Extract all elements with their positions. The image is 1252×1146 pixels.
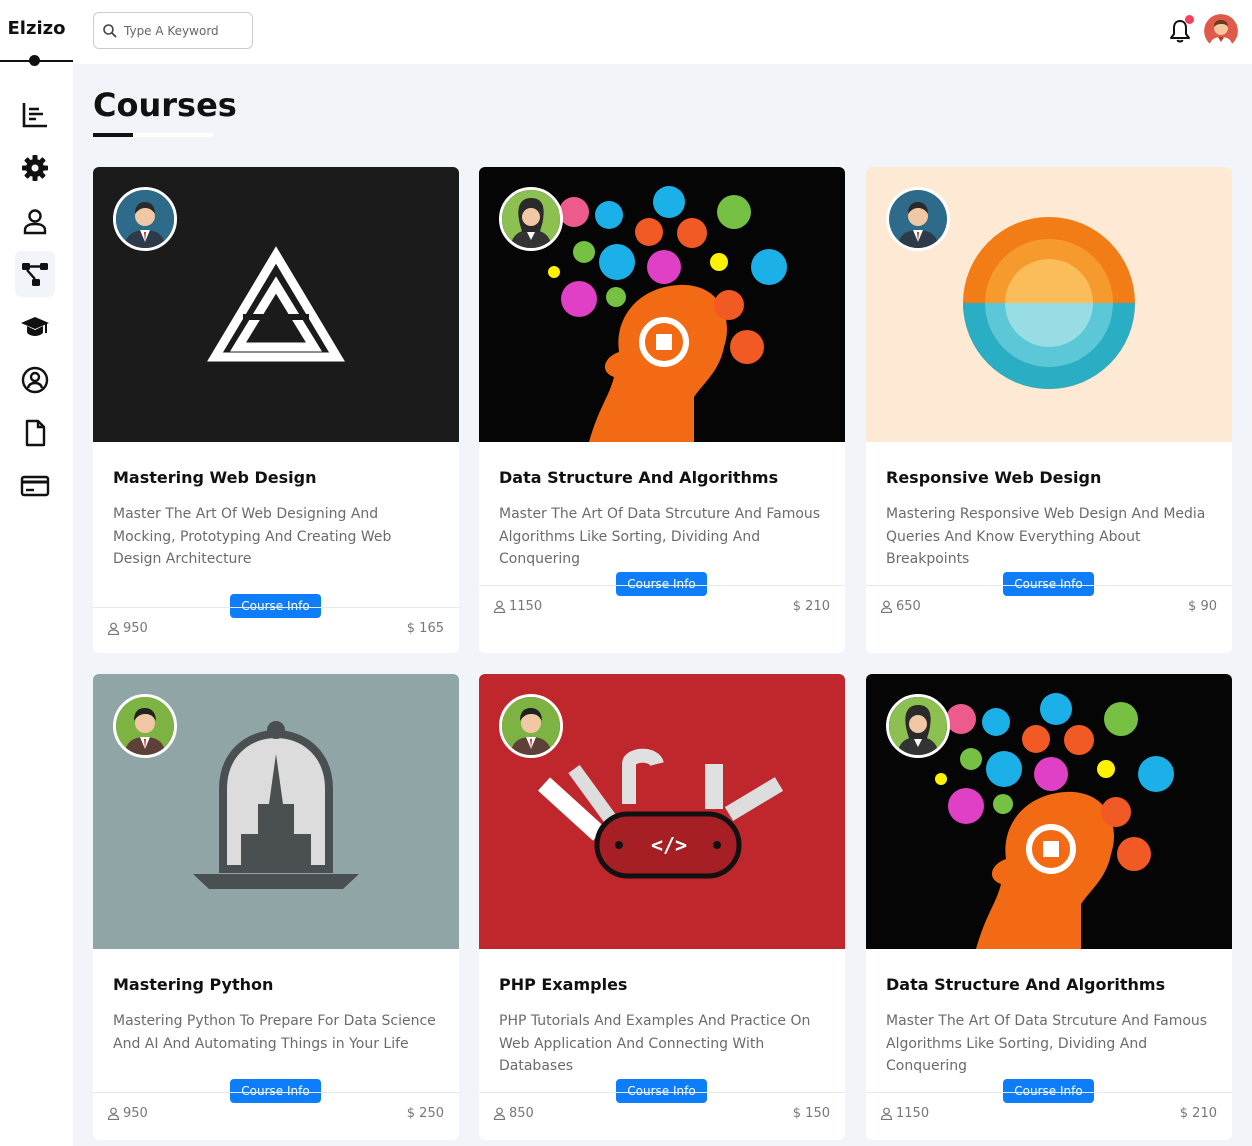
user-icon [107, 622, 120, 635]
search-box[interactable] [93, 12, 253, 49]
sidebar-item-billing[interactable] [15, 463, 55, 509]
student-count: 850 [493, 1106, 534, 1121]
sidebar-item-graduation[interactable] [15, 304, 55, 350]
course-price: $ 150 [792, 1106, 830, 1121]
course-footer: 950 $ 250 [93, 1092, 459, 1132]
course-card: Mastering Python Mastering Python To Pre… [93, 674, 459, 1140]
course-title[interactable]: PHP Examples [499, 975, 627, 994]
app-logo[interactable]: Elzizo [0, 18, 73, 39]
graduation-cap-icon [21, 317, 49, 336]
title-underline-accent [93, 133, 133, 137]
instructor-avatar [886, 187, 950, 251]
page-title: Courses [93, 86, 237, 124]
course-description: Master The Art Of Data Strcuture And Fam… [886, 1013, 1208, 1074]
file-icon [25, 419, 46, 447]
course-card: Mastering Web Design Master The Art Of W… [93, 167, 459, 653]
sidebar-item-courses[interactable] [15, 251, 55, 297]
course-price: $ 90 [1188, 599, 1217, 614]
user-icon [23, 209, 47, 235]
sidebar-item-dashboard[interactable] [15, 92, 55, 138]
logo-divider-dot [29, 55, 40, 66]
instructor-avatar [113, 694, 177, 758]
student-count: 950 [107, 1106, 148, 1121]
sidebar-item-profile[interactable] [15, 198, 55, 244]
course-price: $ 210 [792, 599, 830, 614]
instructor-avatar [113, 187, 177, 251]
instructor-avatar [886, 694, 950, 758]
course-description: Mastering Python To Prepare For Data Sci… [113, 1013, 436, 1052]
course-footer: 650 $ 90 [866, 585, 1232, 625]
course-image[interactable] [866, 167, 1232, 442]
user-icon [493, 1107, 506, 1120]
course-footer: 850 $ 150 [479, 1092, 845, 1132]
course-description: Master The Art Of Web Designing And Mock… [113, 506, 392, 567]
student-count: 950 [107, 621, 148, 636]
user-icon [880, 1107, 893, 1120]
student-count-value: 650 [896, 599, 921, 614]
user-icon [880, 600, 893, 613]
course-image[interactable] [479, 167, 845, 442]
student-count-value: 1150 [509, 599, 543, 614]
credit-card-icon [20, 475, 50, 497]
course-price: $ 165 [406, 621, 444, 636]
course-title[interactable]: Responsive Web Design [886, 468, 1101, 487]
student-count: 1150 [493, 599, 542, 614]
avatar[interactable] [1204, 14, 1238, 48]
sidebar-item-account[interactable] [15, 357, 55, 403]
instructor-avatar [499, 187, 563, 251]
course-card: Data Structure And Algorithms Master The… [479, 167, 845, 653]
course-price: $ 210 [1179, 1106, 1217, 1121]
course-title[interactable]: Data Structure And Algorithms [499, 468, 778, 487]
course-title[interactable]: Mastering Python [113, 975, 273, 994]
notification-badge [1185, 15, 1194, 24]
course-footer: 1150 $ 210 [866, 1092, 1232, 1132]
sidebar-item-settings[interactable] [15, 145, 55, 191]
course-title[interactable]: Mastering Web Design [113, 468, 316, 487]
course-description: Mastering Responsive Web Design And Medi… [886, 506, 1206, 567]
user-icon [493, 600, 506, 613]
top-header [73, 0, 1252, 64]
search-input[interactable] [124, 23, 244, 38]
search-icon [103, 23, 117, 38]
course-footer: 950 $ 165 [93, 607, 459, 647]
course-price: $ 250 [406, 1106, 444, 1121]
course-title[interactable]: Data Structure And Algorithms [886, 975, 1165, 994]
student-count: 1150 [880, 1106, 929, 1121]
course-card: Responsive Web Design Mastering Responsi… [866, 167, 1232, 653]
student-count-value: 950 [123, 621, 148, 636]
course-image[interactable] [93, 167, 459, 442]
chart-icon [22, 103, 47, 128]
course-description: PHP Tutorials And Examples And Practice … [499, 1013, 811, 1074]
student-count-value: 950 [123, 1106, 148, 1121]
course-image[interactable] [93, 674, 459, 949]
course-card: Data Structure And Algorithms Master The… [866, 674, 1232, 1140]
user-icon [107, 1107, 120, 1120]
course-footer: 1150 $ 210 [479, 585, 845, 625]
course-image[interactable]: </> [479, 674, 845, 949]
svg-text:</>: </> [651, 833, 687, 857]
gear-icon [22, 155, 48, 181]
user-circle-icon [21, 366, 49, 394]
sidebar-item-files[interactable] [15, 410, 55, 456]
student-count: 650 [880, 599, 921, 614]
instructor-avatar [499, 694, 563, 758]
course-card: </> PHP Examples PHP Tutorials And Examp… [479, 674, 845, 1140]
course-description: Master The Art Of Data Strcuture And Fam… [499, 506, 821, 567]
sidebar: Elzizo [0, 0, 73, 1146]
course-image[interactable] [866, 674, 1232, 949]
student-count-value: 850 [509, 1106, 534, 1121]
student-count-value: 1150 [896, 1106, 930, 1121]
diagram-icon [22, 263, 48, 286]
